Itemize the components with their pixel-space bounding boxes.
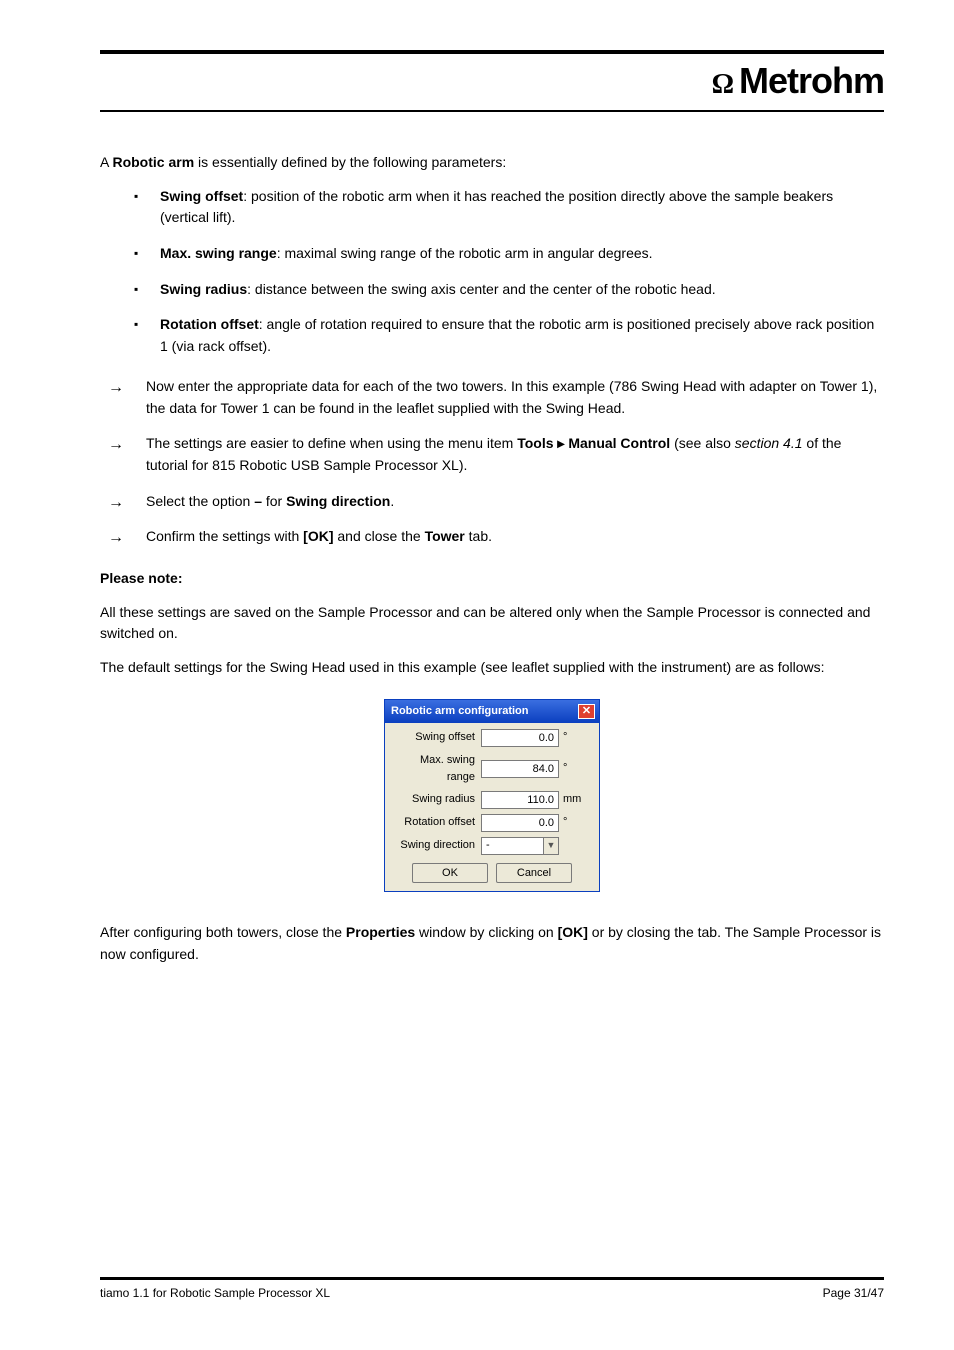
max-swing-range-label: Max. swing range: [391, 752, 481, 786]
rotation-offset-input[interactable]: [481, 814, 559, 832]
intro-paragraph: A Robotic arm is essentially defined by …: [100, 152, 884, 174]
step-item: Now enter the appropriate data for each …: [100, 376, 884, 419]
note-paragraph: All these settings are saved on the Samp…: [100, 602, 884, 645]
unit-label: mm: [563, 791, 581, 808]
swing-radius-label: Swing radius: [391, 791, 481, 808]
step-item: Select the option – for Swing direction.: [100, 491, 884, 513]
logo-text: Metrohm: [739, 60, 884, 102]
footer-left: tiamo 1.1 for Robotic Sample Processor X…: [100, 1286, 330, 1300]
logo-symbol: Ω: [712, 69, 733, 101]
closing-paragraph: After configuring both towers, close the…: [100, 922, 884, 965]
robotic-arm-dialog: Robotic arm configuration ✕ Swing offset…: [384, 699, 600, 892]
max-swing-range-input[interactable]: [481, 760, 559, 778]
dialog-titlebar: Robotic arm configuration ✕: [385, 700, 599, 723]
rotation-offset-label: Rotation offset: [391, 814, 481, 831]
dialog-title-text: Robotic arm configuration: [391, 703, 529, 720]
unit-label: °: [563, 760, 567, 777]
step-item: The settings are easier to define when u…: [100, 433, 884, 476]
step-item: Confirm the settings with [OK] and close…: [100, 526, 884, 548]
chevron-down-icon: ▼: [543, 838, 558, 854]
unit-label: °: [563, 729, 567, 746]
cancel-button[interactable]: Cancel: [496, 863, 572, 883]
note-paragraph: The default settings for the Swing Head …: [100, 657, 884, 679]
unit-label: °: [563, 814, 567, 831]
swing-direction-label: Swing direction: [391, 837, 481, 854]
close-icon[interactable]: ✕: [578, 704, 595, 719]
bullet-item: Max. swing range: maximal swing range of…: [100, 243, 884, 265]
note-lead: Please note:: [100, 570, 182, 586]
document-body: A Robotic arm is essentially defined by …: [100, 152, 884, 965]
bullet-item: Swing radius: distance between the swing…: [100, 279, 884, 301]
swing-direction-value: -: [486, 837, 490, 854]
bullet-item: Swing offset: position of the robotic ar…: [100, 186, 884, 229]
bullet-item: Rotation offset: angle of rotation requi…: [100, 314, 884, 357]
swing-offset-label: Swing offset: [391, 729, 481, 746]
brand-logo: Ω Metrohm: [100, 54, 884, 104]
footer-right: Page 31/47: [823, 1286, 884, 1300]
swing-radius-input[interactable]: [481, 791, 559, 809]
swing-offset-input[interactable]: [481, 729, 559, 747]
ok-button[interactable]: OK: [412, 863, 488, 883]
swing-direction-select[interactable]: - ▼: [481, 837, 559, 855]
